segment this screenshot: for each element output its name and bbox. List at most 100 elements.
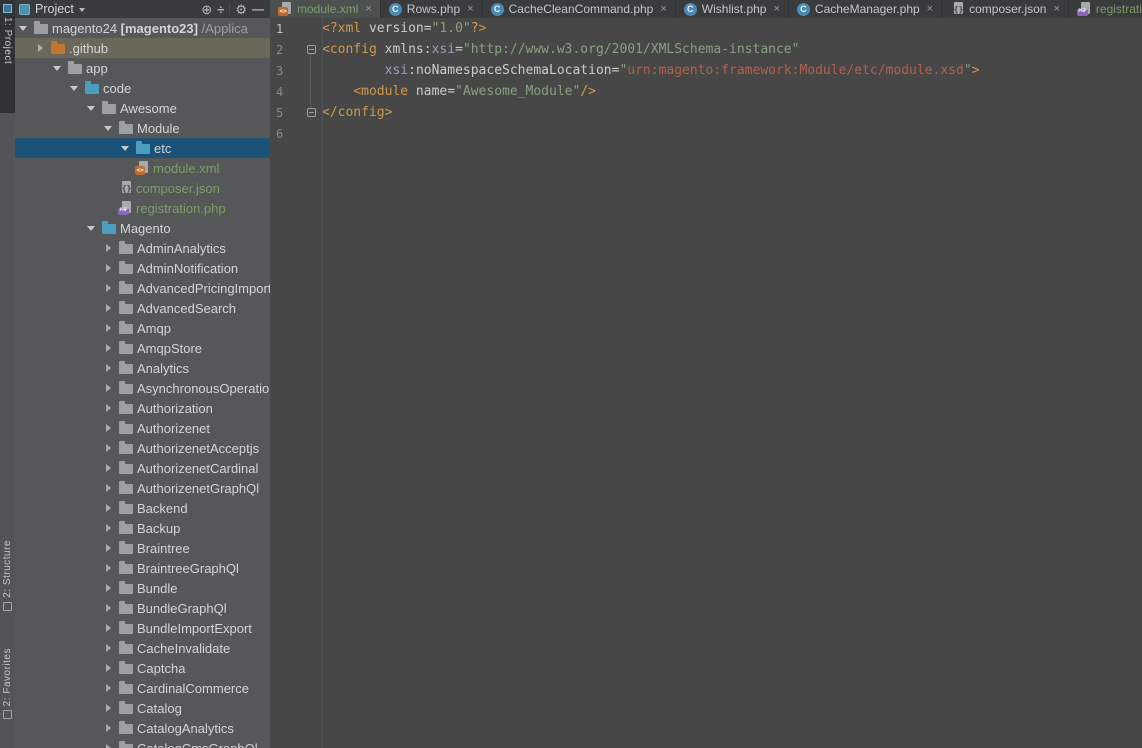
- collapse-arrow-icon[interactable]: [16, 22, 30, 35]
- tree-row-Backend[interactable]: Backend: [15, 498, 270, 518]
- tab-Wishlist.php[interactable]: CWishlist.php×: [676, 0, 789, 18]
- tree-row-Captcha[interactable]: Captcha: [15, 658, 270, 678]
- code-line[interactable]: 6: [270, 123, 1142, 144]
- hide-panel-icon[interactable]: —: [252, 3, 264, 15]
- tree-row-registration.php[interactable]: PHPregistration.php: [15, 198, 270, 218]
- collapse-all-icon[interactable]: ÷: [217, 3, 224, 16]
- tab-close-icon[interactable]: ×: [773, 3, 779, 15]
- tree-row-AsynchronousOperations[interactable]: AsynchronousOperations: [15, 378, 270, 398]
- editor[interactable]: 1<?xml version="1.0"?>2<config xmlns:xsi…: [270, 18, 1142, 748]
- expand-arrow-icon[interactable]: [101, 664, 115, 672]
- tree-row-app[interactable]: app: [15, 58, 270, 78]
- tree-row-AuthorizenetCardinal[interactable]: AuthorizenetCardinal: [15, 458, 270, 478]
- tree-row-BundleImportExport[interactable]: BundleImportExport: [15, 618, 270, 638]
- expand-arrow-icon[interactable]: [101, 384, 115, 392]
- expand-arrow-icon[interactable]: [101, 504, 115, 512]
- collapse-arrow-icon[interactable]: [118, 142, 132, 155]
- code-line[interactable]: 5</config>: [270, 102, 1142, 123]
- fold-marker[interactable]: [307, 45, 316, 54]
- code-line[interactable]: 1<?xml version="1.0"?>: [270, 18, 1142, 39]
- tree-row-Awesome[interactable]: Awesome: [15, 98, 270, 118]
- tool-button-favorites[interactable]: 2: Favorites: [0, 648, 15, 748]
- tool-button-project[interactable]: 1: Project: [0, 0, 15, 113]
- tree-row-CatalogAnalytics[interactable]: CatalogAnalytics: [15, 718, 270, 738]
- expand-arrow-icon[interactable]: [101, 704, 115, 712]
- expand-arrow-icon[interactable]: [101, 284, 115, 292]
- tree-row-BundleGraphQl[interactable]: BundleGraphQl: [15, 598, 270, 618]
- tab-close-icon[interactable]: ×: [927, 3, 933, 15]
- expand-arrow-icon[interactable]: [101, 364, 115, 372]
- locate-file-icon[interactable]: ⊕: [201, 3, 212, 16]
- expand-arrow-icon[interactable]: [101, 624, 115, 632]
- tree-row-.github[interactable]: .github: [15, 38, 270, 58]
- tree-row-AdvancedSearch[interactable]: AdvancedSearch: [15, 298, 270, 318]
- tree-row-CacheInvalidate[interactable]: CacheInvalidate: [15, 638, 270, 658]
- collapse-arrow-icon[interactable]: [101, 122, 115, 135]
- expand-arrow-icon[interactable]: [101, 444, 115, 452]
- tab-module.xml[interactable]: <>module.xml×: [270, 0, 381, 18]
- tree-row-AuthorizenetAcceptjs[interactable]: AuthorizenetAcceptjs: [15, 438, 270, 458]
- collapse-arrow-icon[interactable]: [84, 222, 98, 235]
- expand-arrow-icon[interactable]: [101, 724, 115, 732]
- tree-row-AdminNotification[interactable]: AdminNotification: [15, 258, 270, 278]
- settings-gear-icon[interactable]: ⚙: [235, 3, 247, 16]
- expand-arrow-icon[interactable]: [101, 644, 115, 652]
- tab-composer.json[interactable]: {}composer.json×: [942, 0, 1069, 18]
- tab-registration.php[interactable]: PHPregistration.php×: [1069, 0, 1142, 18]
- tree-row-Authorizenet[interactable]: Authorizenet: [15, 418, 270, 438]
- tree-row-Analytics[interactable]: Analytics: [15, 358, 270, 378]
- expand-arrow-icon[interactable]: [101, 604, 115, 612]
- code-line[interactable]: 4 <module name="Awesome_Module"/>: [270, 81, 1142, 102]
- tree-row-BraintreeGraphQl[interactable]: BraintreeGraphQl: [15, 558, 270, 578]
- tab-CacheManager.php[interactable]: CCacheManager.php×: [789, 0, 942, 18]
- tree-row-AmqpStore[interactable]: AmqpStore: [15, 338, 270, 358]
- tree-row-Catalog[interactable]: Catalog: [15, 698, 270, 718]
- tree-row-CatalogCmsGraphQl[interactable]: CatalogCmsGraphQl: [15, 738, 270, 748]
- chevron-down-icon[interactable]: [79, 8, 85, 15]
- expand-arrow-icon[interactable]: [33, 44, 47, 52]
- tree-row-magento24[interactable]: magento24 [magento23] /Applica: [15, 18, 270, 38]
- expand-arrow-icon[interactable]: [101, 564, 115, 572]
- tab-close-icon[interactable]: ×: [660, 3, 666, 15]
- collapse-arrow-icon[interactable]: [84, 102, 98, 115]
- expand-arrow-icon[interactable]: [101, 464, 115, 472]
- expand-arrow-icon[interactable]: [101, 744, 115, 748]
- code-line[interactable]: 3 xsi:noNamespaceSchemaLocation="urn:mag…: [270, 60, 1142, 81]
- expand-arrow-icon[interactable]: [101, 484, 115, 492]
- expand-arrow-icon[interactable]: [101, 544, 115, 552]
- expand-arrow-icon[interactable]: [101, 524, 115, 532]
- collapse-arrow-icon[interactable]: [67, 82, 81, 95]
- expand-arrow-icon[interactable]: [101, 404, 115, 412]
- code-line[interactable]: 2<config xmlns:xsi="http://www.w3.org/20…: [270, 39, 1142, 60]
- expand-arrow-icon[interactable]: [101, 684, 115, 692]
- tab-close-icon[interactable]: ×: [1053, 3, 1059, 15]
- tree-row-composer.json[interactable]: {}composer.json: [15, 178, 270, 198]
- panel-title[interactable]: Project: [35, 2, 74, 16]
- tab-close-icon[interactable]: ×: [467, 3, 473, 15]
- tree-row-AuthorizenetGraphQl[interactable]: AuthorizenetGraphQl: [15, 478, 270, 498]
- tree-row-CardinalCommerce[interactable]: CardinalCommerce: [15, 678, 270, 698]
- expand-arrow-icon[interactable]: [101, 584, 115, 592]
- tree-row-module.xml[interactable]: <>module.xml: [15, 158, 270, 178]
- expand-arrow-icon[interactable]: [101, 264, 115, 272]
- collapse-arrow-icon[interactable]: [50, 62, 64, 75]
- tree-row-AdminAnalytics[interactable]: AdminAnalytics: [15, 238, 270, 258]
- expand-arrow-icon[interactable]: [101, 324, 115, 332]
- tree-row-Module[interactable]: Module: [15, 118, 270, 138]
- tree-row-Bundle[interactable]: Bundle: [15, 578, 270, 598]
- tab-CacheCleanCommand.php[interactable]: CCacheCleanCommand.php×: [483, 0, 676, 18]
- tree-row-Backup[interactable]: Backup: [15, 518, 270, 538]
- tree-row-AdvancedPricingImportExport[interactable]: AdvancedPricingImportExport: [15, 278, 270, 298]
- tree-row-Magento[interactable]: Magento: [15, 218, 270, 238]
- tree-row-code[interactable]: code: [15, 78, 270, 98]
- tree-row-Amqp[interactable]: Amqp: [15, 318, 270, 338]
- tool-button-structure[interactable]: 2: Structure: [0, 540, 15, 640]
- expand-arrow-icon[interactable]: [101, 304, 115, 312]
- tab-close-icon[interactable]: ×: [365, 3, 371, 15]
- tab-Rows.php[interactable]: CRows.php×: [381, 0, 483, 18]
- tree-row-Braintree[interactable]: Braintree: [15, 538, 270, 558]
- tree-row-Authorization[interactable]: Authorization: [15, 398, 270, 418]
- tree-row-etc[interactable]: etc: [15, 138, 270, 158]
- expand-arrow-icon[interactable]: [101, 344, 115, 352]
- expand-arrow-icon[interactable]: [101, 424, 115, 432]
